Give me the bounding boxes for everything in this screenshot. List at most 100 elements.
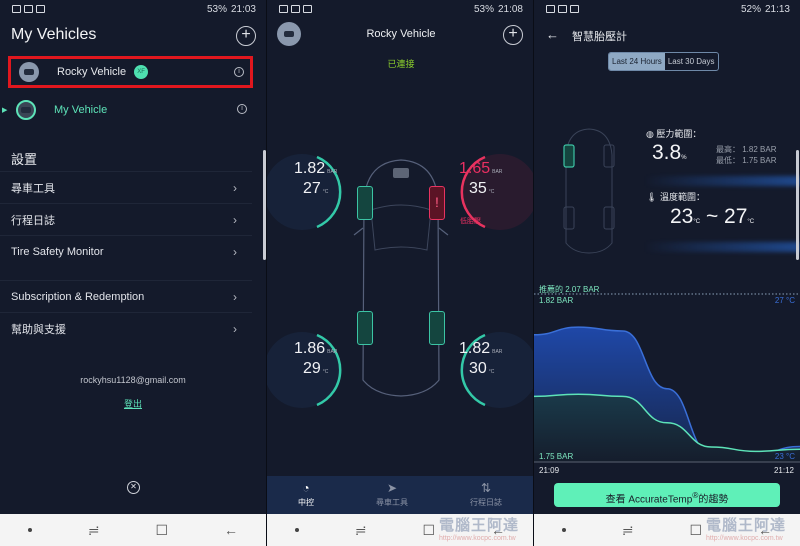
scrollbar[interactable] xyxy=(796,150,799,260)
vehicle-item-rocky[interactable]: Rocky Vehicle XF i xyxy=(8,56,253,88)
recents-icon[interactable]: ≓ xyxy=(622,522,634,539)
menu-item-tire-safety[interactable]: Tire Safety Monitor › xyxy=(0,235,252,267)
tab-find-car[interactable]: ➤ 尋車工具 xyxy=(376,482,408,508)
tire-gauge-panel: 52% 21:13 ← 智慧胎壓計 Last 24 Hours Last 30 D… xyxy=(534,0,800,546)
page-title: My Vehicles xyxy=(11,26,97,43)
x-tick-end: 21:12 xyxy=(773,466,794,475)
clock: 21:03 xyxy=(230,3,256,15)
chevron-right-icon: › xyxy=(233,212,237,227)
info-icon[interactable]: i xyxy=(237,104,247,114)
low-pressure-warning: 低胎壓 xyxy=(460,218,481,225)
menu-item-help[interactable]: 幫助與支援 › xyxy=(0,312,252,344)
vehicle-item-my-vehicle[interactable]: ▶ My Vehicle i xyxy=(2,94,253,126)
pressure-max-label: 1.82 BAR xyxy=(539,296,574,305)
recents-icon[interactable]: ≓ xyxy=(355,522,367,539)
segment-24h[interactable]: Last 24 Hours xyxy=(609,53,665,70)
battery-icon xyxy=(393,168,409,178)
car-avatar-icon xyxy=(16,100,36,120)
car-mini-diagram xyxy=(563,128,615,254)
chevron-right-icon: › xyxy=(233,244,237,259)
rr-temp: 30 °C xyxy=(469,360,495,377)
home-icon[interactable]: ☐ xyxy=(690,522,703,539)
bottom-tab-bar: ◔ 中控 ➤ 尋車工具 ⇅ 行程日誌 xyxy=(267,476,533,514)
back-arrow-icon[interactable]: ← xyxy=(546,27,559,42)
vehicles-panel: 53% 21:03 My Vehicles + Rocky Vehicle XF … xyxy=(0,0,266,546)
menu-label: 幫助與支援 xyxy=(11,323,66,336)
menu-label: Tire Safety Monitor xyxy=(11,245,104,258)
nav-dot-icon[interactable] xyxy=(27,528,32,532)
menu-label: 尋車工具 xyxy=(11,182,55,195)
nav-dot-icon[interactable] xyxy=(294,528,299,532)
battery-level: 53% xyxy=(206,3,227,15)
car-avatar-icon xyxy=(19,62,39,82)
divider-glow xyxy=(644,242,800,252)
home-icon[interactable]: ☐ xyxy=(156,522,169,539)
x-tick-start: 21:09 xyxy=(539,466,560,475)
view-accuratetemp-button[interactable]: 查看 AccurateTemp®的趨勢 xyxy=(554,483,780,507)
clock: 21:13 xyxy=(764,3,790,15)
settings-header: 設置 xyxy=(11,152,38,167)
tire-front-right-warning[interactable]: ! xyxy=(429,186,445,220)
vehicle-name: Rocky Vehicle xyxy=(57,66,127,78)
segment-30d[interactable]: Last 30 Days xyxy=(665,53,718,70)
trip-log-icon: ⇅ xyxy=(480,481,492,495)
temp-range-value: 23°C ~ 27°C xyxy=(670,205,755,228)
pressure-min-label: 1.75 BAR xyxy=(539,452,574,461)
tire-front-left[interactable] xyxy=(357,186,373,220)
add-vehicle-button[interactable]: + xyxy=(236,26,256,46)
system-nav-bar: ≓ ☐ ← xyxy=(0,514,266,546)
tire-rear-right[interactable] xyxy=(429,311,445,345)
logout-link[interactable]: 登出 xyxy=(0,397,266,410)
menu-label: Subscription & Redemption xyxy=(11,290,145,303)
divider-glow xyxy=(644,176,800,186)
recents-icon[interactable]: ≓ xyxy=(88,522,100,539)
fl-temp: 27 °C xyxy=(303,180,329,197)
temp-range-label: 🌡 溫度範圍： xyxy=(646,192,705,202)
status-bar: 53% 21:03 xyxy=(0,0,266,18)
battery-level: 52% xyxy=(740,3,761,15)
close-icon[interactable]: ✕ xyxy=(127,481,140,494)
battery-level: 53% xyxy=(473,3,494,15)
fr-temp: 35 °C xyxy=(469,180,495,197)
time-range-toggle: Last 24 Hours Last 30 Days xyxy=(608,52,719,71)
dashboard-icon: ◔ xyxy=(302,481,310,495)
home-icon[interactable]: ☐ xyxy=(423,522,436,539)
trend-chart xyxy=(534,293,800,463)
vehicle-name: My Vehicle xyxy=(54,104,108,116)
selected-tire xyxy=(563,144,575,168)
watermark: 電腦王阿達 http://www.kocpc.com.tw xyxy=(705,517,786,542)
fr-pressure: 1.65 BAR xyxy=(459,160,503,177)
temp-min-label: 23 °C xyxy=(774,452,795,461)
vehicle-badge: XF xyxy=(134,65,149,79)
vehicle-title: Rocky Vehicle xyxy=(366,28,436,40)
clock: 21:08 xyxy=(497,3,523,15)
tab-trip-log[interactable]: ⇅ 行程日誌 xyxy=(470,482,502,508)
add-vehicle-button[interactable]: + xyxy=(503,25,523,45)
rr-pressure: 1.82 BAR xyxy=(459,340,503,357)
back-icon[interactable]: ← xyxy=(224,522,238,538)
tire-rear-left[interactable] xyxy=(357,311,373,345)
info-icon[interactable]: i xyxy=(234,67,244,77)
nav-dot-icon[interactable] xyxy=(561,528,566,532)
menu-item-trip-log[interactable]: 行程日誌 › xyxy=(0,203,252,235)
page-title: 智慧胎壓計 xyxy=(572,31,627,43)
menu-item-subscription[interactable]: Subscription & Redemption › xyxy=(0,280,252,312)
chevron-right-icon: › xyxy=(233,289,237,304)
pressure-min: 最低： 1.75 BAR xyxy=(716,156,777,165)
status-bar: 53% 21:08 xyxy=(267,0,533,18)
pressure-range-label: ◍ 壓力範圍： xyxy=(646,129,702,139)
fl-pressure: 1.82 BAR xyxy=(294,160,338,177)
account-email: rockyhsu1128@gmail.com xyxy=(80,375,186,385)
tab-dashboard[interactable]: ◔ 中控 xyxy=(298,482,314,508)
rl-pressure: 1.86 BAR xyxy=(294,340,338,357)
selected-caret-icon: ▶ xyxy=(2,107,8,114)
menu-item-find-car[interactable]: 尋車工具 › xyxy=(0,171,252,203)
status-bar: 52% 21:13 xyxy=(534,0,800,18)
recommended-pressure: 推薦的 2.07 BAR xyxy=(539,285,600,294)
watermark: 電腦王阿達 http://www.kocpc.com.tw xyxy=(438,517,519,542)
temp-max-label: 27 °C xyxy=(774,296,795,305)
menu-label: 行程日誌 xyxy=(11,214,55,227)
connection-status: 已連接 xyxy=(387,59,415,69)
dashboard-panel: 53% 21:08 Rocky Vehicle + 已連接 ! 1.82 BAR 2… xyxy=(266,0,534,546)
rl-temp: 29 °C xyxy=(303,360,329,377)
